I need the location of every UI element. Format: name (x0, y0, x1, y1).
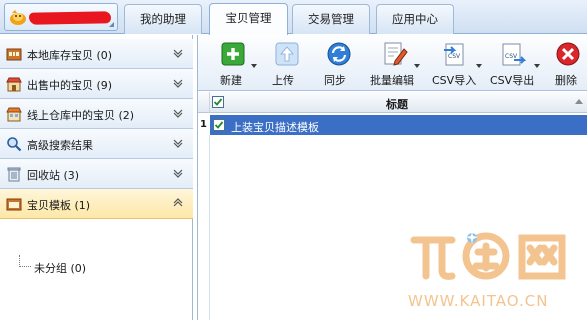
csv-export-button[interactable]: CSV CSV导出 (490, 39, 540, 89)
sidebar-item-templates[interactable]: 宝贝模板 (1) (0, 189, 193, 219)
new-button-label: 新建 (220, 74, 242, 87)
top-tab-bar: 我的助理 宝贝管理 交易管理 应用中心 (0, 0, 587, 35)
sidebar-item-label: 出售中的宝贝 (9) (27, 79, 113, 92)
chevron-down-icon[interactable] (172, 77, 184, 89)
tab-trade-management[interactable]: 交易管理 (292, 4, 370, 34)
batch-edit-dropdown-arrow-icon[interactable] (414, 64, 420, 68)
tab-item-management[interactable]: 宝贝管理 (209, 3, 288, 35)
csv-import-button-label: CSV导入 (432, 74, 477, 87)
sidebar-item-on-sale[interactable]: 出售中的宝贝 (9) (0, 69, 193, 99)
sidebar-item-local-stock[interactable]: 本地库存宝贝 (0) (0, 39, 193, 69)
sync-button-label: 同步 (324, 74, 346, 87)
store-icon (6, 77, 22, 92)
column-separator (209, 92, 210, 113)
row-checkbox[interactable] (213, 119, 225, 131)
tab-my-assistant[interactable]: 我的助理 (124, 4, 202, 34)
sidebar-item-label: 高级搜索结果 (27, 139, 93, 152)
sidebar: 本地库存宝贝 (0) 出售中的宝贝 (9) 线上仓库中的宝贝 (2) 高级搜索结… (0, 35, 193, 320)
csv-export-icon: CSV (502, 43, 526, 66)
delete-icon (556, 42, 580, 66)
chevron-up-icon[interactable] (172, 197, 184, 209)
chevron-down-icon[interactable] (172, 47, 184, 59)
row-title[interactable]: 上装宝贝描述模板 (231, 119, 319, 135)
template-icon (6, 198, 22, 211)
sort-ascending-icon[interactable] (575, 99, 583, 104)
tree-node-ungrouped[interactable]: 未分组 (0) (34, 260, 86, 276)
sidebar-item-label: 本地库存宝贝 (0) (27, 49, 113, 62)
watermark-url: WWW.KAITAO.CN (408, 292, 549, 310)
app-logo-icon (10, 10, 26, 25)
csv-import-icon: CSV (444, 43, 464, 66)
toolbar: 新建 上传 同步 批量编辑 CSV CSV导入 CSV CSV导出 删除 (198, 35, 587, 91)
upload-icon (275, 42, 299, 66)
sync-button[interactable]: 同步 (324, 39, 354, 89)
search-icon (7, 137, 22, 152)
batch-edit-button[interactable]: 批量编辑 (370, 39, 420, 89)
sidebar-item-label: 宝贝模板 (1) (27, 199, 91, 212)
column-header-title[interactable]: 标题 (386, 96, 408, 112)
svg-text:CSV: CSV (448, 53, 461, 60)
grid-header: 标题 (198, 92, 587, 113)
csv-export-dropdown-arrow-icon[interactable] (534, 64, 540, 68)
table-row[interactable]: 1 上装宝贝描述模板 (198, 115, 587, 135)
new-button[interactable]: 新建 (218, 39, 258, 89)
row-number: 1 (200, 119, 207, 130)
csv-import-dropdown-arrow-icon[interactable] (476, 64, 482, 68)
sidebar-item-label: 线上仓库中的宝贝 (2) (27, 109, 135, 122)
tree-connector (19, 266, 31, 267)
delete-button[interactable]: 删除 (553, 39, 583, 89)
batch-edit-icon (384, 42, 408, 66)
sidebar-item-recycle-bin[interactable]: 回收站 (3) (0, 159, 193, 189)
csv-import-button[interactable]: CSV CSV导入 (432, 39, 482, 89)
sidebar-item-online-warehouse[interactable]: 线上仓库中的宝贝 (2) (0, 99, 193, 129)
tab-app-center[interactable]: 应用中心 (376, 4, 454, 34)
chevron-down-icon[interactable] (172, 107, 184, 119)
checkmark-icon (214, 121, 224, 129)
grid-row-number-column (209, 135, 210, 320)
add-icon (221, 42, 245, 66)
delete-button-label: 删除 (555, 74, 577, 87)
account-switcher[interactable] (4, 3, 118, 31)
kaitao-logo-icon (410, 231, 566, 280)
account-dropdown-corner-icon[interactable] (109, 22, 114, 27)
checkmark-icon (213, 98, 223, 106)
chevron-down-icon[interactable] (172, 167, 184, 179)
upload-button[interactable]: 上传 (272, 39, 302, 89)
redacted-account-name (28, 11, 112, 25)
chevron-down-icon[interactable] (172, 137, 184, 149)
svg-text:CSV: CSV (505, 53, 518, 60)
warehouse-icon (6, 48, 22, 61)
csv-export-button-label: CSV导出 (490, 74, 535, 87)
batch-edit-button-label: 批量编辑 (370, 74, 414, 87)
sidebar-item-advanced-search[interactable]: 高级搜索结果 (0, 129, 193, 159)
select-all-checkbox[interactable] (212, 96, 224, 108)
trash-icon (7, 167, 21, 182)
sync-icon (327, 42, 351, 66)
online-store-icon (6, 107, 22, 122)
upload-button-label: 上传 (272, 74, 294, 87)
new-dropdown-arrow-icon[interactable] (251, 64, 257, 68)
watermark: WWW.KAITAO.CN (396, 226, 576, 316)
sidebar-item-label: 回收站 (3) (27, 169, 80, 182)
